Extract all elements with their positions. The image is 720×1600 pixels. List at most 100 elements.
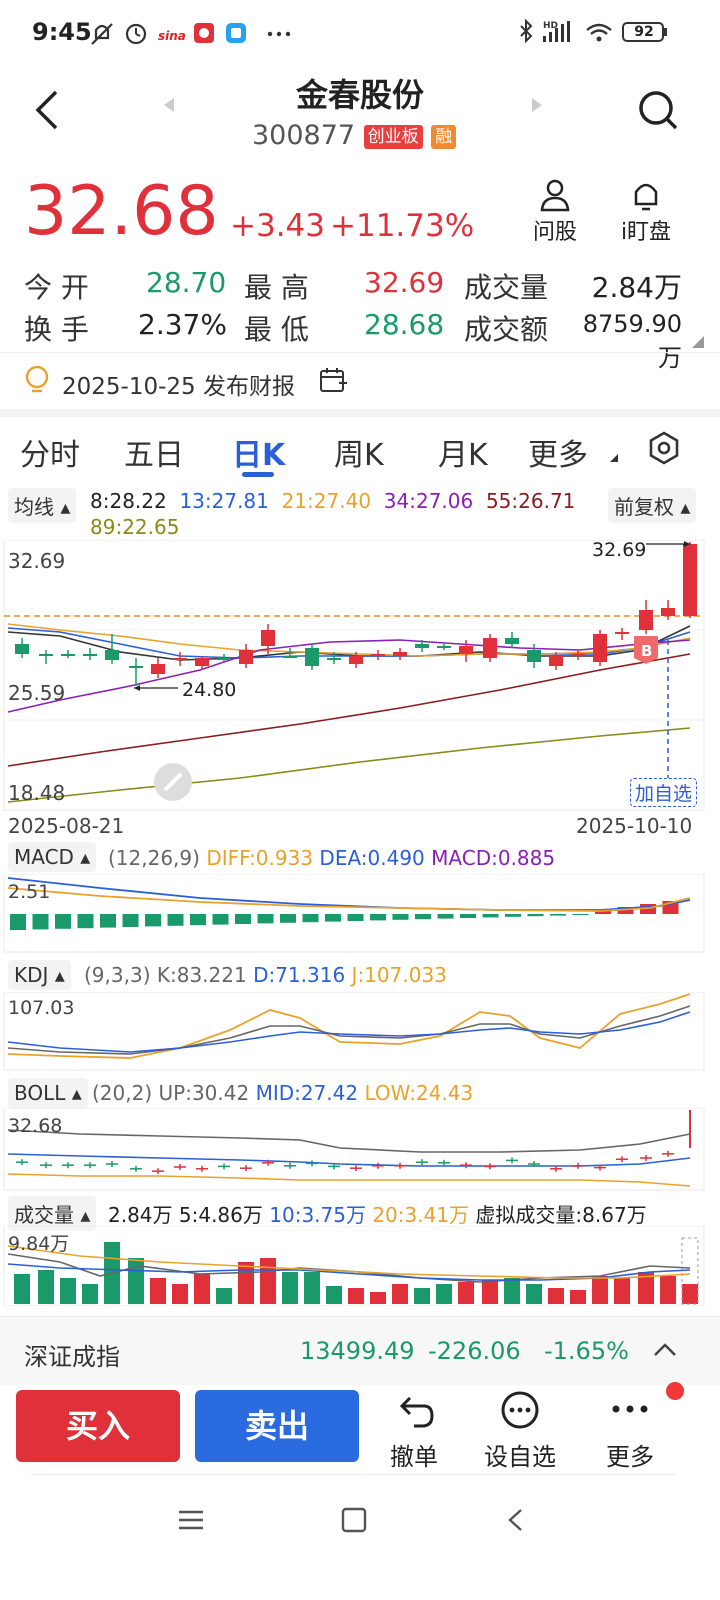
candle: [61, 654, 75, 656]
volume-bar: [60, 1278, 76, 1304]
candle: [615, 632, 629, 634]
tab-five-day[interactable]: 五日: [124, 430, 184, 474]
candle: [483, 638, 497, 658]
add-watchlist-label: 设自选: [484, 1443, 556, 1471]
status-time: 9:45: [32, 18, 92, 46]
kline-chart[interactable]: 32.69 25.59 18.48 24.80 32.69 B: [0, 540, 720, 812]
macd-bar: [550, 914, 566, 916]
kdj-chart[interactable]: 107.03: [0, 992, 720, 1072]
dea-line: [7, 877, 691, 911]
home-nav-icon[interactable]: [340, 1506, 368, 1534]
search-icon[interactable]: [636, 88, 680, 132]
date-end: 2025-10-10: [576, 814, 693, 838]
macd-bar: [505, 914, 521, 917]
candle: [593, 634, 607, 662]
candle: [261, 630, 275, 646]
volume-bar: [150, 1278, 166, 1304]
index-value: 13499.49: [300, 1337, 415, 1365]
vol-ma20: 20:3.41万: [372, 1203, 470, 1227]
menu-nav-icon[interactable]: [176, 1506, 206, 1534]
tab-intraday[interactable]: 分时: [20, 430, 80, 474]
candle: [527, 650, 541, 662]
tab-more[interactable]: 更多: [528, 430, 588, 474]
index-bar[interactable]: 深证成指 13499.49 -226.06 -1.65%: [0, 1316, 720, 1385]
tab-weekly-k[interactable]: 周K: [334, 430, 384, 474]
macd-bar: [370, 914, 386, 921]
date-start: 2025-08-21: [8, 814, 125, 838]
turnover-label: 换 手: [24, 313, 89, 346]
settings-hex-icon[interactable]: [646, 430, 682, 466]
adjust-selector[interactable]: 前复权 ▴: [608, 488, 697, 523]
candle: [437, 646, 451, 648]
user-icon: [540, 179, 570, 212]
volume-bar: [304, 1272, 320, 1304]
volume-bar: [282, 1272, 298, 1304]
ma8: 8:28.22: [90, 489, 167, 513]
candle: [217, 658, 231, 660]
kdj-values: (9,3,3) K:83.221 D:71.316 J:107.033: [84, 963, 447, 987]
macd-bar: [257, 914, 274, 924]
chevron-up-icon[interactable]: [652, 1341, 678, 1359]
volume-bar: [548, 1288, 564, 1304]
boll-chart[interactable]: 32.68: [0, 1108, 720, 1192]
vol-ma5: 5:4.86万: [178, 1203, 263, 1227]
boll-values: (20,2) UP:30.42 MID:27.42 LOW:24.43: [92, 1081, 473, 1105]
sell-button[interactable]: 卖出: [195, 1390, 359, 1462]
macd-bar: [302, 914, 319, 923]
expand-corner-icon[interactable]: [692, 336, 704, 348]
buy-button[interactable]: 买入: [16, 1390, 180, 1462]
add-watch-button[interactable]: 加自选: [630, 778, 698, 807]
candle: [639, 610, 653, 630]
boll-up: UP:30.42: [158, 1081, 250, 1105]
ma-label: 均线: [14, 495, 54, 519]
ask-stock-button[interactable]: 问股: [530, 178, 580, 246]
tab-monthly-k[interactable]: 月K: [438, 430, 488, 474]
macd-bar: [122, 914, 139, 927]
kdj-y-top: 107.03: [8, 997, 74, 1019]
index-pct: -1.65%: [544, 1337, 629, 1365]
macd-selector[interactable]: MACD ▴: [8, 842, 97, 872]
boll-y-top: 32.68: [8, 1115, 62, 1137]
more-horizontal-icon: [612, 1405, 648, 1413]
tab-daily-k[interactable]: 日K: [232, 430, 285, 474]
macd-bar: [167, 914, 184, 926]
ma-selector[interactable]: 均线 ▴: [8, 488, 77, 523]
volume-bar: [348, 1288, 364, 1304]
kdj-k: K:83.221: [156, 963, 247, 987]
volume-bar: [260, 1258, 276, 1304]
macd-bar: [190, 914, 206, 926]
watch-button[interactable]: i盯盘: [616, 178, 676, 246]
stock-code: 300877: [252, 120, 356, 151]
volume-chart[interactable]: 9.84万: [0, 1226, 720, 1306]
macd-bar: [437, 914, 454, 919]
turnover-value: 2.37%: [138, 308, 227, 341]
candle: [415, 644, 429, 648]
earnings-notice[interactable]: 2025-10-25 发布财报: [0, 353, 720, 409]
ma-values: 8:28.22 13:27.81 21:27.40 34:27.06 55:26…: [90, 489, 575, 513]
amount-label: 成交额: [464, 313, 549, 346]
macd-diff: DIFF:0.933: [206, 846, 314, 870]
macd-params: (12,26,9): [108, 846, 200, 870]
cancel-order-label: 撤单: [390, 1443, 438, 1471]
undo-icon: [399, 1396, 434, 1428]
macd-bar: [527, 914, 544, 917]
chat-dots-icon: [501, 1391, 539, 1429]
macd-bar: [32, 914, 49, 930]
mute-icon: [91, 23, 113, 45]
candle: [661, 608, 675, 616]
boll-selector[interactable]: BOLL ▴: [8, 1078, 88, 1108]
bell-icon: [634, 183, 658, 211]
macd-chart[interactable]: 2.51: [0, 874, 720, 954]
macd-bar: [325, 914, 341, 922]
kdj-selector[interactable]: KDJ ▴: [8, 960, 71, 990]
candles: [15, 542, 697, 686]
high-value: 32.69: [364, 266, 445, 299]
volume-bar: [14, 1274, 30, 1304]
low-value: 28.68: [364, 308, 445, 341]
back-nav-icon[interactable]: [504, 1506, 526, 1534]
candle: [105, 650, 119, 660]
macd-bar: [145, 914, 161, 927]
boll-up-line: [7, 1129, 691, 1153]
candle: [505, 638, 519, 644]
macd-bar: [460, 914, 476, 918]
